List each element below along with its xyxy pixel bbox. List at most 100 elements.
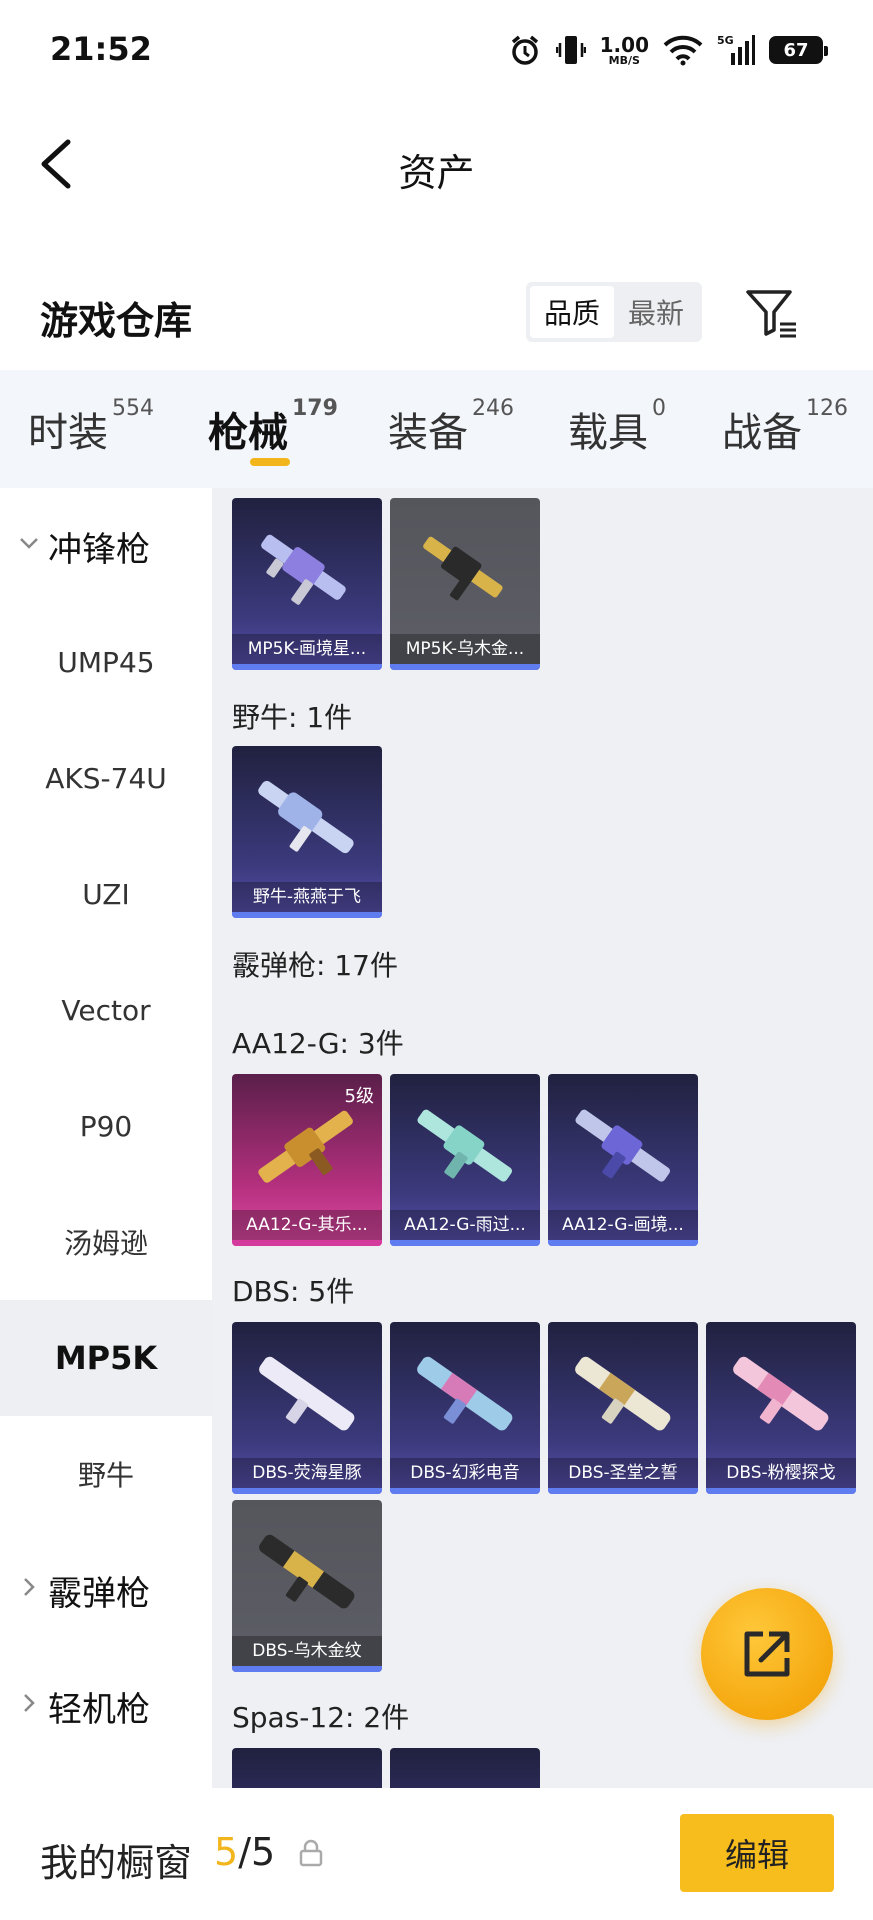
quality-bar xyxy=(390,1488,540,1494)
sidebar-item-ump45[interactable]: UMP45 xyxy=(0,604,212,720)
group-label-bison: 野牛: 1件 xyxy=(232,701,353,734)
alarm-icon xyxy=(508,33,542,67)
dbs-skin-icon xyxy=(259,1356,355,1431)
quality-bar xyxy=(232,912,382,918)
edit-button[interactable]: 编辑 xyxy=(680,1814,834,1892)
group-label-dbs: DBS: 5件 xyxy=(232,1275,355,1308)
sidebar-item-thompson[interactable]: 汤姆逊 xyxy=(0,1184,212,1300)
share-button[interactable] xyxy=(701,1588,833,1720)
skin-name: AA12-G-雨过... xyxy=(390,1210,540,1240)
sidebar-group-smg[interactable]: 冲锋枪 xyxy=(0,488,212,604)
skin-card[interactable]: DBS-粉樱探戈 xyxy=(706,1322,856,1494)
status-bar: 21:52 1.00 MB/S 5G 67 xyxy=(0,0,873,104)
mp5k-skin-icon xyxy=(423,536,503,601)
net-speed: 1.00 MB/S xyxy=(599,32,649,67)
showcase-bar: 我的橱窗 5/5 编辑 xyxy=(0,1788,873,1920)
quality-bar xyxy=(390,1240,540,1246)
skin-name: DBS-粉樱探戈 xyxy=(706,1458,856,1488)
sidebar-item-bison[interactable]: 野牛 xyxy=(0,1416,212,1532)
battery-icon: 67 xyxy=(769,36,828,64)
skin-card[interactable]: MP5K-画境星... xyxy=(232,498,382,670)
chevron-down-icon xyxy=(20,538,38,549)
skin-name: AA12-G-其乐... xyxy=(232,1210,382,1240)
share-external-icon xyxy=(744,1631,790,1677)
warehouse-section-header: 游戏仓库 品质 最新 xyxy=(0,260,873,370)
status-time: 21:52 xyxy=(50,30,152,68)
dbs-skin-icon xyxy=(259,1534,355,1609)
group-label-aa12: AA12-G: 3件 xyxy=(232,1027,404,1060)
app-header: 资产 xyxy=(0,104,873,224)
skin-name: MP5K-画境星... xyxy=(232,634,382,664)
sidebar-item-uzi[interactable]: UZI xyxy=(0,836,212,952)
skin-card[interactable]: MP5K-乌木金... xyxy=(390,498,540,670)
skin-card[interactable]: AA12-G-雨过... xyxy=(390,1074,540,1246)
tab-vehicles[interactable]: 载具0 xyxy=(568,396,666,458)
aa12-skin-icon xyxy=(258,1110,353,1183)
skin-name: 野牛-燕燕于飞 xyxy=(232,882,382,912)
aa12-skin-icon xyxy=(575,1109,671,1182)
dbs-skin-icon xyxy=(417,1356,513,1431)
skin-name: DBS-荧海星豚 xyxy=(232,1458,382,1488)
sidebar-group-lmg[interactable]: 轻机枪 xyxy=(0,1648,212,1764)
status-icons: 1.00 MB/S 5G 67 xyxy=(508,30,828,70)
chevron-right-icon xyxy=(24,1694,35,1712)
sidebar-item-vector[interactable]: Vector xyxy=(0,952,212,1068)
warehouse-title: 游戏仓库 xyxy=(40,299,193,343)
category-tabs: 时装554 枪械179 装备246 载具0 战备126 xyxy=(0,370,873,488)
vibrate-icon xyxy=(555,33,586,67)
filter-button[interactable] xyxy=(744,286,800,340)
bison-skin-icon xyxy=(258,780,354,854)
skin-card[interactable] xyxy=(232,1748,382,1788)
skin-card[interactable]: DBS-荧海星豚 xyxy=(232,1322,382,1494)
aa12-skin-icon xyxy=(417,1109,513,1182)
skin-name: DBS-乌木金纹 xyxy=(232,1636,382,1666)
quality-bar xyxy=(548,1488,698,1494)
tab-costume[interactable]: 时装554 xyxy=(28,396,154,458)
tab-firearms[interactable]: 枪械179 xyxy=(208,396,338,458)
skin-card[interactable] xyxy=(390,1748,540,1788)
skin-name: MP5K-乌木金... xyxy=(390,634,540,664)
quality-bar xyxy=(706,1488,856,1494)
skin-card[interactable]: 5级 AA12-G-其乐... xyxy=(232,1074,382,1246)
sidebar-item-aks74u[interactable]: AKS-74U xyxy=(0,720,212,836)
skin-card[interactable]: AA12-G-画境... xyxy=(548,1074,698,1246)
sort-by-latest[interactable]: 最新 xyxy=(614,286,698,338)
quality-bar xyxy=(232,664,382,670)
chevron-right-icon xyxy=(24,1578,35,1596)
wifi-icon xyxy=(663,34,703,66)
dbs-skin-icon xyxy=(575,1356,671,1431)
tab-tactical[interactable]: 战备126 xyxy=(722,396,848,458)
skin-card[interactable]: DBS-圣堂之誓 xyxy=(548,1322,698,1494)
quality-bar xyxy=(232,1666,382,1672)
group-label-spas12: Spas-12: 2件 xyxy=(232,1701,410,1734)
skin-name: DBS-圣堂之誓 xyxy=(548,1458,698,1488)
level-badge: 5级 xyxy=(344,1086,374,1107)
cellular-signal-icon: 5G xyxy=(717,33,755,67)
sidebar-item-p90[interactable]: P90 xyxy=(0,1068,212,1184)
quality-bar xyxy=(390,664,540,670)
sidebar-item-mp5k[interactable]: MP5K xyxy=(0,1300,212,1416)
mp5k-skin-icon xyxy=(261,534,346,605)
skin-card[interactable]: 野牛-燕燕于飞 xyxy=(232,746,382,918)
dbs-skin-icon xyxy=(733,1356,829,1431)
sort-by-quality[interactable]: 品质 xyxy=(530,286,614,338)
quality-bar xyxy=(548,1240,698,1246)
skin-name: DBS-幻彩电音 xyxy=(390,1458,540,1488)
sidebar-group-shotgun[interactable]: 霰弹枪 xyxy=(0,1532,212,1648)
skin-card[interactable]: DBS-乌木金纹 xyxy=(232,1500,382,1672)
filter-icon xyxy=(746,290,796,338)
showcase-count: 5/5 xyxy=(214,1830,276,1874)
skin-card[interactable]: DBS-幻彩电音 xyxy=(390,1322,540,1494)
weapon-category-sidebar: 冲锋枪 UMP45 AKS-74U UZI Vector P90 汤姆逊 MP5… xyxy=(0,488,212,1788)
group-label-shotgun: 霰弹枪: 17件 xyxy=(232,949,398,982)
page-title: 资产 xyxy=(398,151,475,195)
sort-toggle: 品质 最新 xyxy=(526,282,702,342)
skin-name: AA12-G-画境... xyxy=(548,1210,698,1240)
active-tab-indicator xyxy=(250,458,290,466)
lock-icon xyxy=(299,1839,323,1867)
showcase-label: 我的橱窗 xyxy=(40,1841,193,1885)
quality-bar xyxy=(232,1488,382,1494)
svg-text:5G: 5G xyxy=(717,34,734,47)
tab-equipment[interactable]: 装备246 xyxy=(388,396,514,458)
quality-bar xyxy=(232,1240,382,1246)
